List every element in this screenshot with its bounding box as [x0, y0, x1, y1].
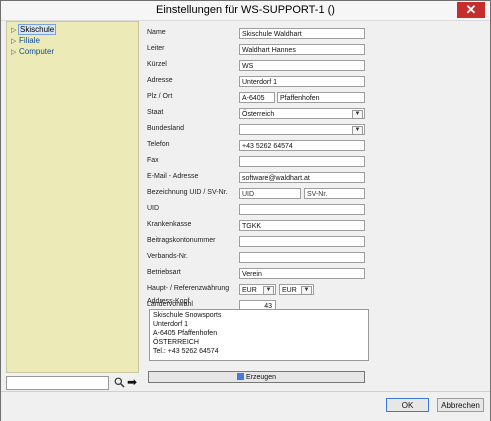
tree-item-filiale[interactable]: ▷ Filiale	[11, 36, 41, 46]
uid-label: UID	[147, 205, 160, 212]
telefon-field[interactable]: +43 5262 64574	[239, 140, 365, 151]
arrow-right-icon[interactable]: ➡	[127, 376, 139, 388]
ort-field[interactable]: Pfaffenhofen	[277, 92, 365, 103]
name-label: Name	[147, 29, 166, 36]
ref-waehrung-value: EUR	[282, 287, 297, 294]
window-title: Einstellungen für WS-SUPPORT-1 ()	[156, 4, 335, 16]
cancel-button[interactable]: Abbrechen	[437, 398, 484, 412]
adress-kopf-line: Skischule Snowsports	[153, 312, 222, 319]
adress-kopf-textarea[interactable]: Skischule Snowsports Unterdorf 1 A-6405 …	[149, 309, 369, 361]
search-icon[interactable]	[114, 377, 125, 388]
email-field[interactable]: software@waldhart.at	[239, 172, 365, 183]
leiter-field[interactable]: Waldhart Hannes	[239, 44, 365, 55]
verbands-label: Verbands-Nr.	[147, 253, 188, 260]
adress-kopf-label: Address-Kopf	[147, 298, 190, 305]
staat-label: Staat	[147, 109, 164, 116]
plz-ort-label: Plz / Ort	[147, 93, 173, 100]
plz-field[interactable]: A-6405	[239, 92, 275, 103]
krankenkasse-label: Krankenkasse	[147, 221, 192, 228]
tree-item-computer[interactable]: ▷ Computer	[11, 47, 55, 57]
sv-bezeichnung-field[interactable]: SV-Nr.	[304, 188, 365, 199]
adress-kopf-line: Unterdorf 1	[153, 321, 189, 328]
kuerzel-label: Kürzel	[147, 61, 167, 68]
fax-label: Fax	[147, 157, 159, 164]
adress-kopf-line: ÖSTERREICH	[153, 339, 199, 346]
expand-arrow-icon[interactable]: ▷	[11, 48, 18, 58]
expand-arrow-icon[interactable]: ▷	[11, 26, 18, 36]
verbands-field[interactable]	[239, 252, 365, 263]
fax-field[interactable]	[239, 156, 365, 167]
haupt-waehrung-select[interactable]: EUR ▼	[239, 284, 276, 295]
betriebsart-field[interactable]: Verein	[239, 268, 365, 279]
adress-kopf-line: Tel.: +43 5262 64574	[153, 348, 219, 355]
uid-field[interactable]	[239, 204, 365, 215]
haupt-waehrung-value: EUR	[242, 287, 257, 294]
waehrung-label: Haupt- / Referenzwährung	[147, 285, 230, 292]
staat-value: Österreich	[242, 111, 275, 118]
betriebsart-label: Betriebsart	[147, 269, 181, 276]
dialog-footer: OK Abbrechen	[1, 391, 490, 421]
title-bar: Einstellungen für WS-SUPPORT-1 () ✕	[1, 1, 490, 21]
search-input[interactable]	[6, 376, 109, 390]
refresh-icon	[237, 373, 245, 380]
beitragskontonummer-field[interactable]	[239, 236, 365, 247]
kuerzel-field[interactable]: WS	[239, 60, 365, 71]
leiter-label: Leiter	[147, 45, 165, 52]
email-label: E-Mail - Adresse	[147, 173, 199, 180]
tree-search-row: ➡	[6, 376, 137, 390]
settings-window: Einstellungen für WS-SUPPORT-1 () ✕ ▷ Ski…	[0, 0, 491, 421]
adresse-field[interactable]: Unterdorf 1	[239, 76, 365, 87]
tree-item-skischule[interactable]: ▷ Skischule	[11, 24, 57, 36]
bundesland-select[interactable]: ▼	[239, 124, 365, 135]
chevron-down-icon[interactable]: ▼	[352, 110, 363, 119]
ok-button[interactable]: OK	[386, 398, 429, 412]
expand-arrow-icon[interactable]: ▷	[11, 37, 18, 47]
ref-waehrung-select[interactable]: EUR ▼	[279, 284, 314, 295]
erzeugen-button[interactable]: Erzeugen	[148, 371, 365, 383]
chevron-down-icon[interactable]: ▼	[352, 126, 363, 135]
uid-bezeichnung-field[interactable]: UID	[239, 188, 301, 199]
uid-sv-label: Bezeichnung UID / SV-Nr.	[147, 189, 228, 196]
tree-panel: ▷ Skischule ▷ Filiale ▷ Computer	[6, 21, 139, 373]
beitragskontonummer-label: Beitragskontonummer	[147, 237, 216, 244]
close-button[interactable]: ✕	[457, 2, 485, 18]
adress-kopf-line: A-6405 Pfaffenhofen	[153, 330, 218, 337]
adresse-label: Adresse	[147, 77, 173, 84]
telefon-label: Telefon	[147, 141, 170, 148]
bundesland-label: Bundesland	[147, 125, 184, 132]
staat-select[interactable]: Österreich ▼	[239, 108, 365, 119]
settings-form: Name Skischule Waldhart Leiter Waldhart …	[141, 23, 486, 393]
name-field[interactable]: Skischule Waldhart	[239, 28, 365, 39]
chevron-down-icon[interactable]: ▼	[301, 286, 312, 295]
chevron-down-icon[interactable]: ▼	[263, 286, 274, 295]
erzeugen-label: Erzeugen	[246, 374, 276, 381]
krankenkasse-field[interactable]: TGKK	[239, 220, 365, 231]
